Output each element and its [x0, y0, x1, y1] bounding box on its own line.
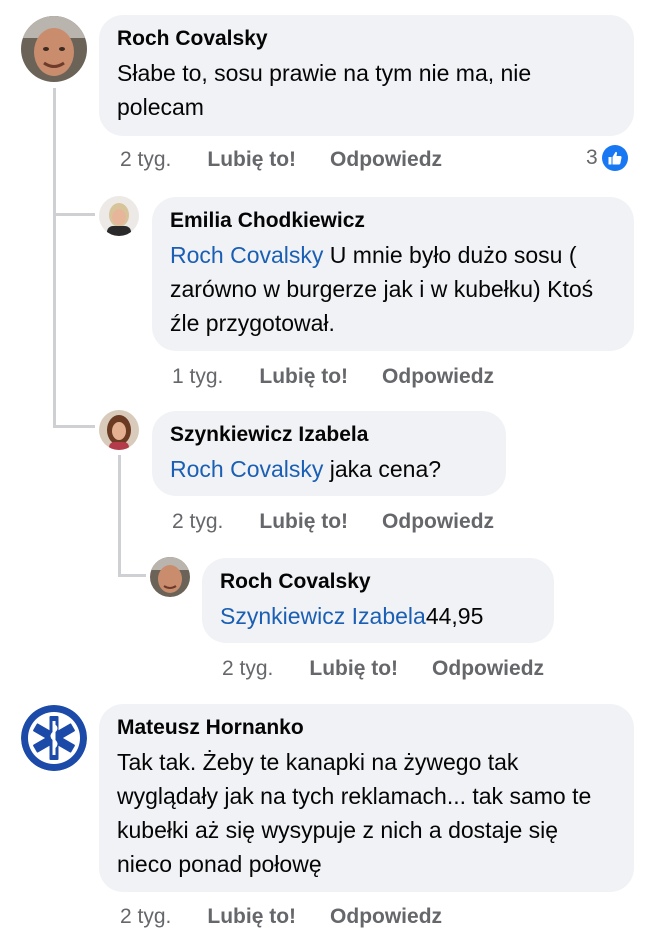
reaction-count[interactable]: 3 [586, 145, 628, 171]
reply-actions: 2 tyg. Lubię to! Odpowiedz [222, 657, 544, 681]
reply-button[interactable]: Odpowiedz [382, 510, 494, 534]
avatar[interactable] [99, 410, 139, 450]
mention-link[interactable]: Szynkiewicz Izabela [220, 603, 426, 629]
comment-bubble: Roch Covalsky Słabe to, sosu prawie na t… [99, 15, 634, 136]
thread-line-branch-2 [53, 425, 95, 428]
mention-link[interactable]: Roch Covalsky [170, 456, 323, 482]
comment-text: Tak tak. Żeby te kanapki na żywego tak w… [117, 749, 592, 877]
reaction-number: 3 [586, 146, 598, 169]
comment-timestamp[interactable]: 2 tyg. [120, 148, 171, 172]
avatar[interactable] [21, 705, 87, 771]
comment-author[interactable]: Roch Covalsky [117, 26, 616, 52]
mention-link[interactable]: Roch Covalsky [170, 242, 323, 268]
avatar[interactable] [21, 16, 87, 82]
comment-actions: 2 tyg. Lubię to! Odpowiedz [120, 905, 442, 929]
reply-text: Roch Covalsky jaka cena? [170, 456, 442, 482]
reply-timestamp[interactable]: 1 tyg. [172, 365, 223, 389]
thumbs-up-icon [601, 145, 628, 171]
reply-button[interactable]: Odpowiedz [330, 148, 442, 172]
reply-author[interactable]: Szynkiewicz Izabela [170, 422, 488, 448]
comment-bubble: Mateusz Hornanko Tak tak. Żeby te kanapk… [99, 704, 634, 892]
comment-text: Słabe to, sosu prawie na tym nie ma, nie… [117, 60, 532, 120]
comment-author[interactable]: Mateusz Hornanko [117, 715, 616, 741]
user-photo-icon [99, 410, 139, 450]
like-button[interactable]: Lubię to! [309, 657, 398, 681]
reply-button[interactable]: Odpowiedz [330, 905, 442, 929]
reply-timestamp[interactable]: 2 tyg. [172, 510, 223, 534]
reply-bubble: Szynkiewicz Izabela Roch Covalsky jaka c… [152, 411, 506, 496]
like-button[interactable]: Lubię to! [259, 510, 348, 534]
like-button[interactable]: Lubię to! [259, 365, 348, 389]
comment-actions: 2 tyg. Lubię to! Odpowiedz [120, 148, 442, 172]
reply-bubble: Roch Covalsky Szynkiewicz Izabela44,95 [202, 558, 554, 643]
user-photo-icon [150, 557, 190, 597]
thread-line-sub [118, 455, 121, 575]
thread-line-main [53, 88, 56, 428]
user-photo-icon [99, 196, 139, 236]
reply-button[interactable]: Odpowiedz [382, 365, 494, 389]
reply-author[interactable]: Roch Covalsky [220, 569, 536, 595]
thread-line-branch-1 [53, 213, 95, 216]
avatar[interactable] [99, 196, 139, 236]
like-button[interactable]: Lubię to! [207, 905, 296, 929]
comment-timestamp[interactable]: 2 tyg. [120, 905, 171, 929]
thread-line-sub-branch [118, 574, 146, 577]
star-of-life-icon [21, 705, 87, 771]
reply-actions: 1 tyg. Lubię to! Odpowiedz [172, 365, 494, 389]
avatar[interactable] [150, 557, 190, 597]
like-button[interactable]: Lubię to! [207, 148, 296, 172]
reply-button[interactable]: Odpowiedz [432, 657, 544, 681]
reply-actions: 2 tyg. Lubię to! Odpowiedz [172, 510, 494, 534]
reply-author[interactable]: Emilia Chodkiewicz [170, 208, 616, 234]
user-photo-icon [21, 16, 87, 82]
reply-timestamp[interactable]: 2 tyg. [222, 657, 273, 681]
reply-text: Roch Covalsky U mnie było dużo sosu ( za… [170, 242, 594, 336]
reply-text: Szynkiewicz Izabela44,95 [220, 603, 484, 629]
reply-bubble: Emilia Chodkiewicz Roch Covalsky U mnie … [152, 197, 634, 351]
